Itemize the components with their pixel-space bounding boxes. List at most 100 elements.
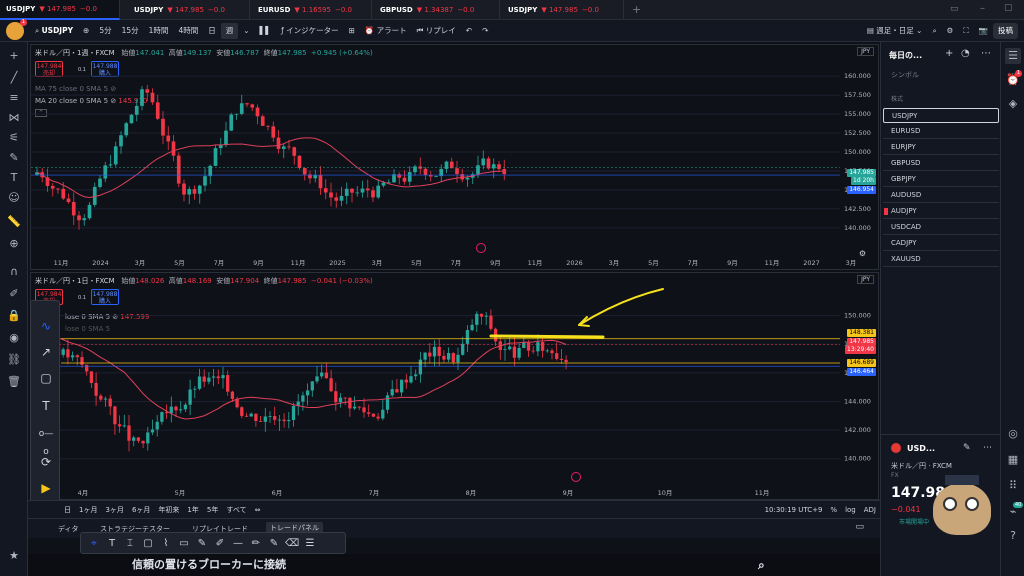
star-icon[interactable]: ★ xyxy=(6,548,22,564)
trash-icon[interactable]: 🗑 xyxy=(6,374,22,390)
range-1y[interactable]: 1年 xyxy=(183,505,202,515)
watchlist-item-usdcad[interactable]: USDCAD xyxy=(883,220,999,235)
text-icon[interactable]: T xyxy=(37,397,55,415)
more-icon[interactable]: ⋯ xyxy=(981,48,991,59)
rectangle-icon[interactable]: ▢ xyxy=(141,538,155,549)
new-tab-icon[interactable]: + xyxy=(632,3,641,16)
chart-type-icon[interactable]: ▌▌ xyxy=(255,20,277,42)
brush-icon[interactable]: ✎ xyxy=(6,150,22,166)
range-all[interactable]: すべて xyxy=(222,505,250,515)
watchlist-item-audusd[interactable]: AUDUSD xyxy=(883,188,999,203)
crosshair-icon[interactable]: ⌖ xyxy=(87,538,101,549)
symbol-search[interactable]: ⌕ USDJPY xyxy=(30,20,78,42)
settings-icon[interactable]: ⚙ xyxy=(942,20,959,42)
zoom-icon[interactable]: ⊕ xyxy=(6,236,22,252)
interval-1h[interactable]: 1時間 xyxy=(144,20,174,42)
text-icon[interactable]: T xyxy=(105,538,119,549)
watchlist-item-xauusd[interactable]: XAUUSD xyxy=(883,252,999,267)
pattern-icon[interactable]: ⋈ xyxy=(6,110,22,126)
chart-icon[interactable]: ◔ xyxy=(961,48,970,59)
tab-gbpusd[interactable]: GBPUSD ▼ 1.34387 −0.0 xyxy=(374,0,500,20)
ruler-icon[interactable]: 📏 xyxy=(6,214,22,230)
line-icon[interactable]: — xyxy=(231,538,245,549)
publish-button[interactable]: 投稿 xyxy=(993,22,1018,39)
tab-usdjpy-3[interactable]: USDJPY ▼ 147.985 −0.0 xyxy=(502,0,624,20)
crosshair-icon[interactable]: + xyxy=(6,48,22,64)
callout-icon[interactable]: ▭ xyxy=(177,538,191,549)
compare-icon[interactable]: ⊕ xyxy=(78,20,94,42)
section-header[interactable]: 株式 xyxy=(891,94,903,103)
chevron-down-icon[interactable]: ⌄ xyxy=(238,20,254,42)
undo-icon[interactable]: ↶ xyxy=(461,20,477,42)
brush-icon[interactable]: ✎ xyxy=(195,538,209,549)
tab-usdjpy-2[interactable]: USDJPY ▼ 147.985 −0.0 xyxy=(128,0,250,20)
tab-eurusd[interactable]: EURUSD ▼ 1.16595 −0.0 xyxy=(252,0,372,20)
templates-icon[interactable]: ⊞ xyxy=(344,20,360,42)
eraser-icon[interactable]: ⌫ xyxy=(285,538,299,549)
magnet-icon[interactable]: ∩ xyxy=(6,264,22,280)
interval-4h[interactable]: 4時間 xyxy=(173,20,203,42)
apps-icon[interactable]: ⠿ xyxy=(1005,478,1021,494)
replay-button[interactable]: ⏮ リプレイ xyxy=(412,20,461,42)
layout-icon[interactable]: ▭ xyxy=(950,4,959,14)
watchlist-title[interactable]: 毎日の... xyxy=(889,50,922,61)
range-1d[interactable]: 日 xyxy=(60,505,75,515)
arrow-icon[interactable]: ↗ xyxy=(37,343,55,361)
trendline-icon[interactable]: ╱ xyxy=(6,70,22,86)
rectangle-icon[interactable]: ▢ xyxy=(37,369,55,387)
play-icon[interactable]: ▶ xyxy=(37,479,55,497)
camera-icon[interactable]: 📷 xyxy=(974,20,993,42)
marker-icon[interactable]: ✐ xyxy=(213,538,227,549)
highlighter-icon[interactable]: ✎ xyxy=(267,538,281,549)
interval-15m[interactable]: 15分 xyxy=(117,20,144,42)
lock-icon[interactable]: 🔒 xyxy=(6,308,22,324)
clock[interactable]: 10:30:19 UTC+9 xyxy=(761,506,827,514)
freehand-icon[interactable]: ∿ xyxy=(37,317,55,335)
watchlist-item-usdjpy[interactable]: USDJPY xyxy=(883,108,999,123)
event-marker-icon[interactable] xyxy=(571,472,581,482)
range-ytd[interactable]: 年初来 xyxy=(154,505,183,515)
range-6m[interactable]: 6ヶ月 xyxy=(128,505,154,515)
avatar[interactable]: 1 xyxy=(6,18,27,40)
more-icon[interactable]: ⋯ xyxy=(983,443,992,453)
rotate-icon[interactable]: ⟳ xyxy=(37,453,55,471)
fullscreen-icon[interactable]: ⛶ xyxy=(958,20,973,42)
tab-usdjpy-1[interactable]: USDJPY ▼ 147.985 −0.0 xyxy=(0,0,120,20)
calendar-icon[interactable]: ▦ xyxy=(1005,452,1021,468)
interval-day[interactable]: 日 xyxy=(203,20,221,42)
minimize-icon[interactable]: – xyxy=(980,3,985,14)
target-icon[interactable]: ◎ xyxy=(1005,426,1021,442)
daily-chart-pane[interactable]: 米ドル／円・1日・FXCM 始値148.026 高値148.169 安値147.… xyxy=(30,272,879,500)
cursor-icon[interactable]: ⌶ xyxy=(123,538,137,549)
interval-5m[interactable]: 5分 xyxy=(94,20,116,42)
text-icon[interactable]: T xyxy=(6,170,22,186)
search-icon[interactable]: ⌕ xyxy=(758,554,765,576)
forecast-icon[interactable]: ⚟ xyxy=(6,130,22,146)
watchlist-item-gbpusd[interactable]: GBPUSD xyxy=(883,156,999,171)
link-icon[interactable]: ⛓ xyxy=(6,352,22,368)
edit-icon[interactable]: ✎ xyxy=(963,443,971,453)
range-1m[interactable]: 1ヶ月 xyxy=(75,505,101,515)
watchlist-icon[interactable]: ☰ xyxy=(1005,48,1021,64)
weekly-chart-pane[interactable]: 米ドル／円・1週・FXCM 始値147.041 高値149.137 安値146.… xyxy=(30,44,879,270)
range-3m[interactable]: 3ヶ月 xyxy=(101,505,127,515)
wave-icon[interactable]: ⌇ xyxy=(159,538,173,549)
maximize-panel-icon[interactable]: ▭ xyxy=(855,522,864,532)
alert-button[interactable]: ⏰ アラート xyxy=(360,20,412,42)
range-5y[interactable]: 5年 xyxy=(203,505,222,515)
maximize-icon[interactable]: ▢ xyxy=(1004,3,1013,13)
interval-week[interactable]: 週 xyxy=(220,22,239,39)
tab-screener[interactable]: ディタ xyxy=(58,524,79,534)
watchlist-item-eurjpy[interactable]: EURJPY xyxy=(883,140,999,155)
lines-icon[interactable]: ☰ xyxy=(303,538,317,549)
redo-icon[interactable]: ↷ xyxy=(477,20,493,42)
lock-draw-icon[interactable]: ✐ xyxy=(6,286,22,302)
watchlist-item-eurusd[interactable]: EURUSD xyxy=(883,124,999,139)
layout-selector[interactable]: ▤ 週足・日足 ⌄ xyxy=(862,20,928,42)
percent-toggle[interactable]: % xyxy=(826,506,841,514)
pencil-icon[interactable]: ✏ xyxy=(249,538,263,549)
watchlist-item-gbpjpy[interactable]: GBPJPY xyxy=(883,172,999,187)
calendar-icon[interactable]: ⇔ xyxy=(251,506,265,514)
emoji-icon[interactable]: ☺ xyxy=(6,190,22,206)
add-symbol-icon[interactable]: + xyxy=(945,48,953,59)
